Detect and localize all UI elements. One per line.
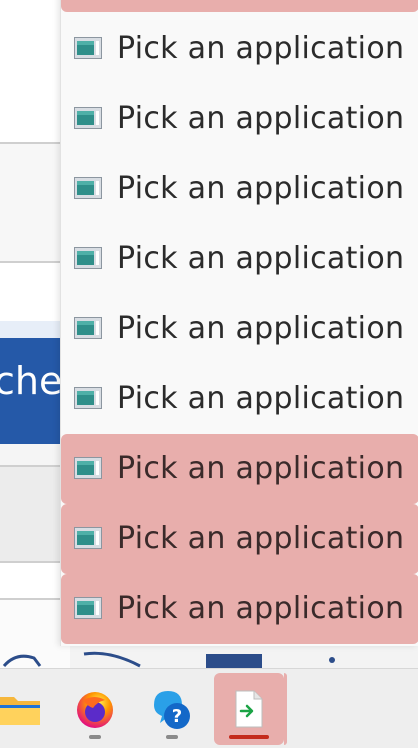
toolbar-partial-icon bbox=[206, 654, 262, 668]
jump-list-item-label: Pick an application bbox=[117, 311, 405, 346]
taskbar-active-app-button[interactable] bbox=[214, 673, 284, 745]
app-window-icon bbox=[74, 37, 102, 59]
taskbar-file-explorer-button[interactable] bbox=[0, 673, 48, 745]
firefox-icon bbox=[77, 692, 113, 728]
jump-list-item[interactable]: Pick an application bbox=[61, 154, 418, 224]
app-window-icon bbox=[74, 317, 102, 339]
jump-list-item[interactable]: Pick an application bbox=[61, 294, 418, 364]
jump-list-item[interactable]: Pick an application bbox=[61, 224, 418, 294]
svg-text:?: ? bbox=[172, 706, 182, 727]
jump-list-item[interactable]: Pick an application bbox=[61, 504, 418, 574]
jump-list-item-label: Pick an application bbox=[117, 241, 405, 276]
taskbar-get-help-button[interactable]: ? bbox=[137, 673, 207, 745]
running-indicator bbox=[166, 735, 178, 739]
toolbar-partial-icon bbox=[2, 654, 42, 668]
jump-list-item[interactable]: Pick an application bbox=[61, 364, 418, 434]
app-window-icon bbox=[74, 247, 102, 269]
jump-list-item-label: Pick an application bbox=[117, 171, 405, 206]
jump-list-item-label: Pick an application bbox=[117, 451, 405, 486]
jump-list-item-label: Pick an application bbox=[117, 101, 405, 136]
jump-list-item[interactable] bbox=[61, 0, 418, 12]
jump-list-item-label: Pick an application bbox=[117, 591, 405, 626]
taskbar: ? bbox=[0, 668, 418, 748]
jump-list-menu: Pick an application Pick an application Pi… bbox=[60, 0, 418, 646]
open-with-app-icon bbox=[235, 690, 263, 728]
running-indicator bbox=[89, 735, 101, 739]
jump-list-item-label: Pick an application bbox=[117, 381, 405, 416]
app-window-icon bbox=[74, 107, 102, 129]
jump-list-item[interactable]: Pick an application bbox=[61, 14, 418, 84]
jump-list-item[interactable]: Pick an application bbox=[61, 84, 418, 154]
jump-list-item[interactable]: Pick an application bbox=[61, 574, 418, 644]
app-window-icon bbox=[74, 177, 102, 199]
jump-list-item[interactable]: Pick an application bbox=[61, 434, 418, 504]
jump-list-item-label: Pick an application bbox=[117, 521, 405, 556]
app-window-icon bbox=[74, 387, 102, 409]
file-explorer-icon bbox=[0, 697, 40, 725]
toolbar-partial-icon bbox=[83, 651, 141, 668]
background-toolbar-peek bbox=[2, 651, 335, 668]
app-window-icon bbox=[74, 457, 102, 479]
get-help-icon: ? bbox=[154, 691, 190, 729]
app-window-icon bbox=[74, 597, 102, 619]
jump-list-item-label: Pick an application bbox=[117, 31, 405, 66]
app-window-icon bbox=[74, 527, 102, 549]
taskbar-firefox-button[interactable] bbox=[60, 673, 130, 745]
background-banner-text: che bbox=[0, 359, 63, 403]
taskbar-group-edge bbox=[284, 673, 287, 745]
active-indicator bbox=[229, 735, 269, 739]
toolbar-partial-icon bbox=[329, 657, 335, 663]
